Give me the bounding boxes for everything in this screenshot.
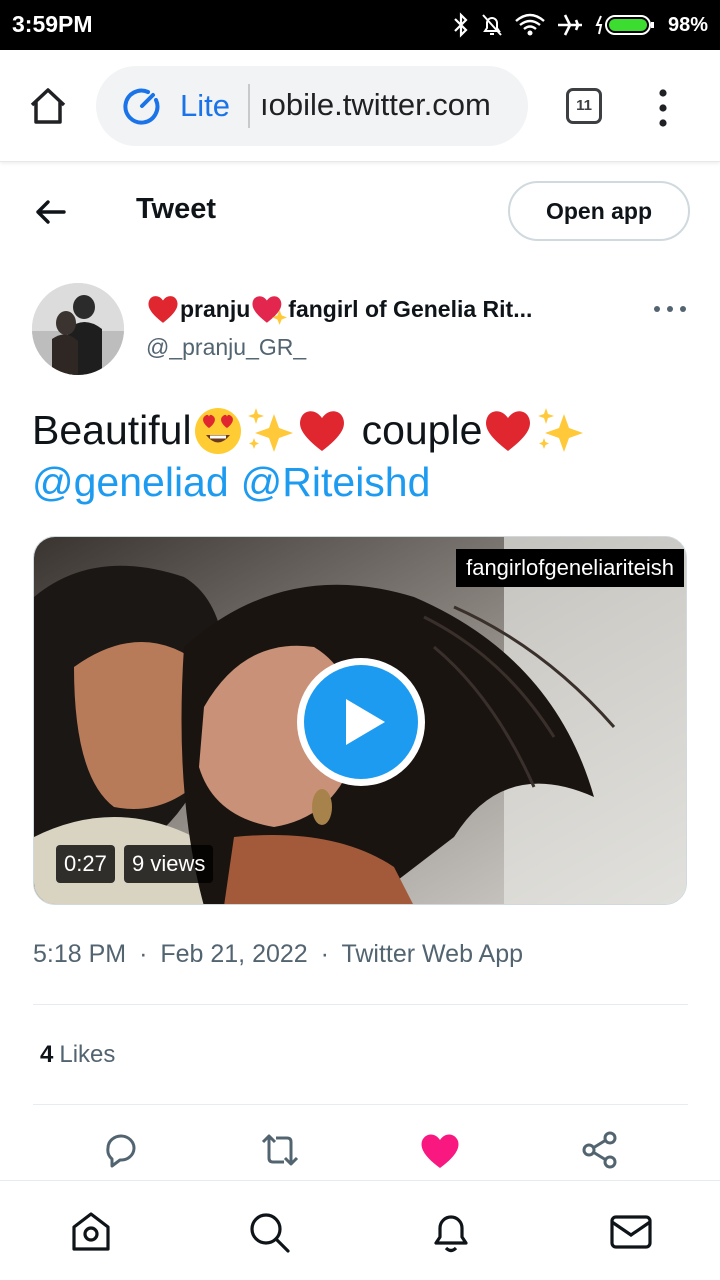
tweet-text: Beautiful couple @geneliad @Riteishd xyxy=(32,404,692,508)
lite-mode-label: Lite xyxy=(180,88,230,123)
likes-number: 4 xyxy=(40,1041,54,1068)
bluetooth-icon xyxy=(454,12,468,38)
author-name-part: pranju xyxy=(180,295,251,322)
tweet-time[interactable]: 5:18 PM xyxy=(33,940,126,968)
tab-switcher-button[interactable]: 11 xyxy=(566,88,602,124)
url-text: ıobile.twitter.com xyxy=(260,87,491,122)
video-player[interactable]: fangirlofgeneliariteish 0:27 9 views xyxy=(33,536,687,905)
address-bar[interactable]: Lite ıobile.twitter.com xyxy=(96,66,528,146)
avatar-photo xyxy=(32,283,124,375)
avatar[interactable] xyxy=(32,283,124,375)
notifications-nav-icon[interactable] xyxy=(428,1209,474,1255)
video-views: 9 views xyxy=(124,845,214,883)
address-divider xyxy=(248,84,250,128)
page-title: Tweet xyxy=(136,193,217,225)
lite-mode-icon xyxy=(123,88,160,125)
tweet-source[interactable]: Twitter Web App xyxy=(341,940,523,968)
battery-icon xyxy=(595,15,654,35)
more-options-icon[interactable] xyxy=(652,302,688,316)
share-icon[interactable] xyxy=(578,1128,622,1172)
heart-eyes-emoji-icon xyxy=(194,408,241,454)
messages-nav-icon[interactable] xyxy=(608,1209,654,1255)
mention-link[interactable]: @geneliad xyxy=(32,456,229,508)
status-icons: 98% xyxy=(452,8,708,42)
like-icon[interactable] xyxy=(418,1128,462,1172)
browser-toolbar: Lite ıobile.twitter.com 11 xyxy=(0,50,720,162)
notifications-off-icon xyxy=(482,14,502,36)
retweet-icon[interactable] xyxy=(258,1128,302,1172)
back-arrow-icon[interactable] xyxy=(30,192,70,232)
author-handle[interactable]: @_pranju_GR_ xyxy=(146,334,306,361)
likes-label: Likes xyxy=(59,1041,116,1068)
sparkling-heart-emoji-icon xyxy=(252,296,288,325)
sparkles-emoji-icon xyxy=(247,408,293,452)
meta-separator: · xyxy=(139,940,148,968)
tweet-word-couple: couple xyxy=(361,407,483,453)
tweet-text-line-2: @geneliad @Riteishd xyxy=(32,456,692,508)
divider xyxy=(33,1004,688,1005)
battery-percent: 98% xyxy=(667,13,708,36)
bottom-navigation xyxy=(0,1180,720,1280)
red-heart-emoji-icon xyxy=(299,411,344,451)
mention-link[interactable]: @Riteishd xyxy=(241,456,431,508)
author-name-suffix: fangirl of Genelia Rit... xyxy=(288,295,533,322)
tweet-text-line-1: Beautiful couple xyxy=(32,404,692,456)
tweet-actions xyxy=(0,1128,720,1174)
status-time: 3:59PM xyxy=(12,11,93,37)
author-name[interactable]: pranju fangirl of Genelia Rit... xyxy=(146,293,532,325)
home-nav-icon[interactable] xyxy=(68,1209,114,1255)
search-nav-icon[interactable] xyxy=(246,1209,292,1255)
video-watermark: fangirlofgeneliariteish xyxy=(456,549,684,587)
airplane-icon xyxy=(557,14,582,36)
meta-separator: · xyxy=(320,940,329,968)
video-duration: 0:27 xyxy=(56,845,115,883)
home-icon[interactable] xyxy=(26,84,70,128)
red-heart-emoji-icon xyxy=(486,411,531,451)
sparkles-emoji-icon xyxy=(538,408,584,452)
open-app-button[interactable]: Open app xyxy=(508,181,690,241)
reply-icon[interactable] xyxy=(98,1128,142,1172)
play-icon[interactable] xyxy=(294,655,428,789)
wifi-icon xyxy=(515,13,545,36)
divider xyxy=(33,1104,688,1105)
tweet-date[interactable]: Feb 21, 2022 xyxy=(160,940,307,968)
red-heart-emoji-icon xyxy=(148,296,178,323)
likes-count[interactable]: 4 Likes xyxy=(40,1041,115,1069)
tweet-metadata: 5:18 PM · Feb 21, 2022 · Twitter Web App xyxy=(33,940,529,969)
browser-menu-icon[interactable] xyxy=(652,88,674,128)
tweet-word-beautiful: Beautiful xyxy=(32,407,192,453)
status-bar: 3:59PM 98% xyxy=(0,0,720,50)
